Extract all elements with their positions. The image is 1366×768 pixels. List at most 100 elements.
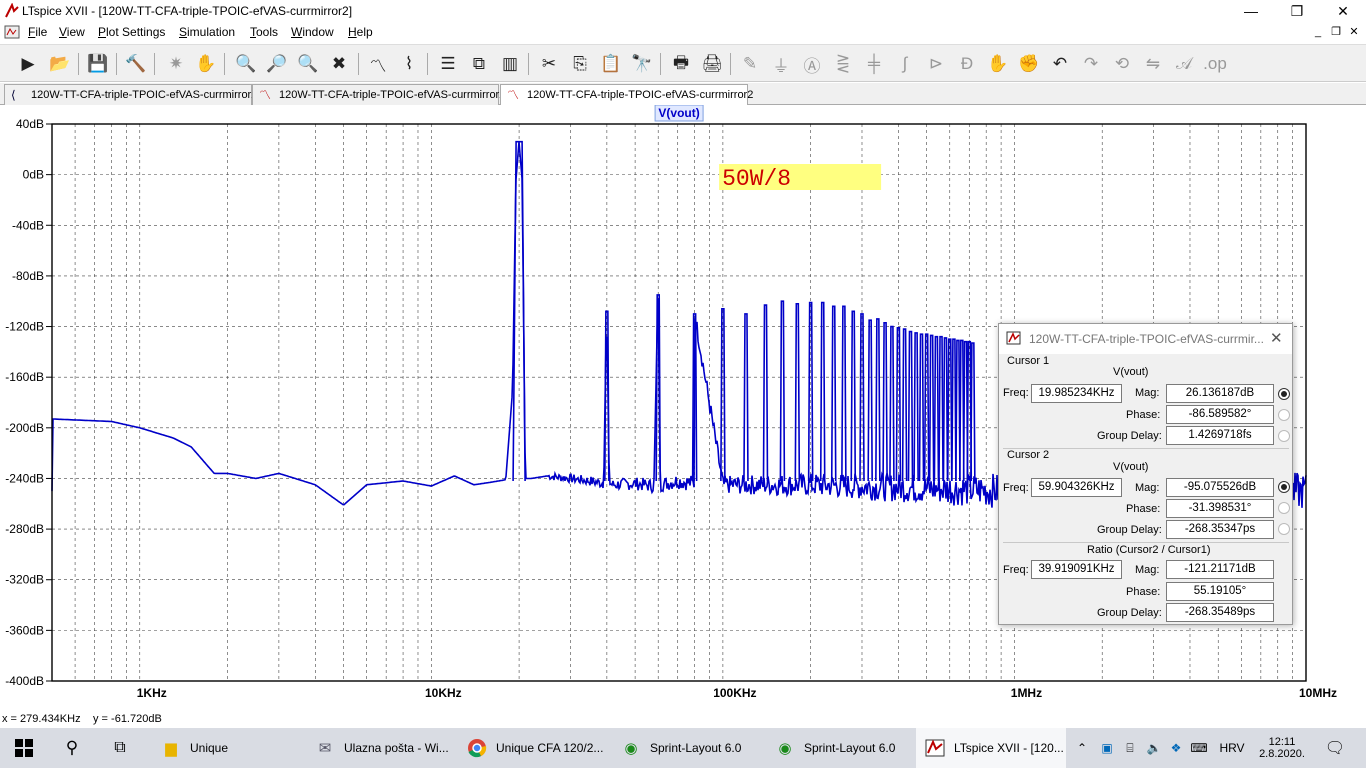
dialog-close-icon[interactable]: ✕ — [1270, 329, 1283, 347]
windows-icon — [15, 739, 33, 757]
menu-window[interactable]: Window — [291, 25, 334, 39]
menu-help[interactable]: Help — [348, 25, 373, 39]
y-tick-label: -400dB — [5, 674, 44, 688]
notification-icon[interactable]: 🗨 — [1320, 728, 1350, 768]
cut-icon[interactable]: ✂ — [535, 51, 563, 77]
mdi-close-button[interactable]: ✕ — [1346, 25, 1362, 39]
spice-directive-icon[interactable]: .op — [1201, 51, 1229, 77]
cursor1-gd-field[interactable]: 1.4269718fs — [1166, 426, 1274, 445]
cursor1-phase-radio[interactable] — [1278, 409, 1290, 421]
zoom-out-icon[interactable]: 🔎 — [263, 51, 291, 77]
capacitor-icon[interactable]: ╪ — [860, 51, 888, 77]
language-indicator[interactable]: HRV — [1214, 728, 1250, 768]
zoom-fit-icon[interactable]: 🔍 — [294, 51, 322, 77]
cursor2-phase-field[interactable]: -31.398531° — [1166, 499, 1274, 518]
menu-tools[interactable]: Tools — [250, 25, 278, 39]
taskbar-item-ltspice[interactable]: LTspice XVII - [120... — [916, 728, 1066, 768]
taskbar-item-chrome[interactable]: Unique CFA 120/2... — [460, 728, 608, 768]
start-button[interactable] — [0, 728, 48, 768]
task-view-icon[interactable]: ⧉ — [96, 728, 144, 768]
ltspice-app-icon[interactable] — [4, 2, 20, 19]
ratio-freq-field[interactable]: 39.919091KHz — [1031, 560, 1122, 579]
pan-icon[interactable]: ✋ — [192, 51, 220, 77]
wire-icon[interactable]: ✎ — [736, 51, 764, 77]
tab-waveform-2[interactable]: 〽 120W-TT-CFA-triple-TPOIC-efVAS-currmir… — [500, 84, 753, 106]
restore-button[interactable]: ❐ — [1274, 0, 1320, 22]
cursor1-freq-field[interactable]: 19.985234KHz — [1031, 384, 1122, 403]
cursor2-gd-field[interactable]: -268.35347ps — [1166, 520, 1274, 539]
separator — [1003, 542, 1289, 543]
cursor2-gd-radio[interactable] — [1278, 523, 1290, 535]
control-panel-icon[interactable]: 🔨 — [122, 51, 150, 77]
halt-icon[interactable]: ✷ — [162, 51, 190, 77]
menu-simulation[interactable]: Simulation — [179, 25, 235, 39]
cursor1-mag-field[interactable]: 26.136187dB — [1166, 384, 1274, 403]
clock[interactable]: 12:11 2.8.2020. — [1252, 728, 1312, 768]
redo-icon[interactable]: ↷ — [1077, 51, 1105, 77]
tab-schematic[interactable]: ⟨ 120W-TT-CFA-triple-TPOIC-efVAS-currmir… — [4, 84, 257, 105]
save-icon[interactable]: 💾 — [84, 51, 112, 77]
paste-icon[interactable]: 📋 — [597, 51, 625, 77]
autorange-icon[interactable]: 〽 — [364, 51, 392, 77]
document-icon[interactable] — [4, 25, 20, 39]
minimize-button[interactable]: — — [1228, 0, 1274, 22]
cursor2-mag-radio[interactable] — [1278, 481, 1290, 493]
taskbar-item-mail[interactable]: ✉ Ulazna pošta - Wi... — [306, 728, 456, 768]
cursor1-phase-field[interactable]: -86.589582° — [1166, 405, 1274, 424]
cursor1-gd-label: Group Delay: — [1097, 430, 1162, 442]
run-icon[interactable]: ▶ — [14, 51, 42, 77]
ratio-phase-field[interactable]: 55.19105° — [1166, 582, 1274, 601]
taskbar-item-unique[interactable]: ▆ Unique — [152, 728, 300, 768]
undo-icon[interactable]: ↶ — [1046, 51, 1074, 77]
cursor2-phase-radio[interactable] — [1278, 502, 1290, 514]
volume-icon[interactable]: 🔈 — [1144, 728, 1164, 768]
dialog-title-bar[interactable]: 120W-TT-CFA-triple-TPOIC-efVAS-currmir..… — [999, 324, 1292, 354]
network-icon[interactable]: ⌸ — [1120, 728, 1140, 768]
tile-horizontal-icon[interactable]: ☰ — [434, 51, 462, 77]
component-icon[interactable]: Ɖ — [953, 51, 981, 77]
y-tick-label: -40dB — [12, 218, 44, 232]
find-icon[interactable]: 🔭 — [628, 51, 656, 77]
print-icon[interactable]: 🖨 — [698, 51, 726, 77]
cascade-icon[interactable]: ⧉ — [465, 51, 493, 77]
ratio-gd-field[interactable]: -268.35489ps — [1166, 603, 1274, 622]
search-icon[interactable]: ⚲ — [48, 728, 96, 768]
zoom-in-icon[interactable]: 🔍 — [232, 51, 260, 77]
inductor-icon[interactable]: ∫ — [891, 51, 919, 77]
label-icon[interactable]: Ⓐ — [798, 51, 826, 77]
text-icon[interactable]: 𝒜 — [1170, 51, 1198, 77]
copy-icon[interactable]: ⎘ — [566, 51, 594, 77]
cursor1-mag-radio[interactable] — [1278, 388, 1290, 400]
dropbox-icon[interactable]: ❖ — [1166, 728, 1186, 768]
ground-icon[interactable]: ⏚ — [767, 51, 795, 77]
cursor-dialog[interactable]: 120W-TT-CFA-triple-TPOIC-efVAS-currmir..… — [998, 323, 1293, 625]
taskbar-item-sprint-layout-1[interactable]: ◉ Sprint-Layout 6.0 — [612, 728, 762, 768]
zoom-cancel-icon[interactable]: ✖ — [325, 51, 353, 77]
drag-icon[interactable]: ✊ — [1015, 51, 1043, 77]
menu-file[interactable]: File — [28, 25, 47, 39]
cursor2-freq-field[interactable]: 59.904326KHz — [1031, 478, 1122, 497]
cursor2-mag-field[interactable]: -95.075526dB — [1166, 478, 1274, 497]
tab-waveform-1[interactable]: 〽 120W-TT-CFA-triple-TPOIC-efVAS-currmir… — [252, 84, 505, 105]
open-icon[interactable]: 📂 — [46, 51, 74, 77]
tray-app-icon[interactable]: ▣ — [1096, 728, 1118, 768]
keyboard-icon[interactable]: ⌨ — [1188, 728, 1210, 768]
tile-vertical-icon[interactable]: ▥ — [496, 51, 524, 77]
mdi-minimize-button[interactable]: _ — [1310, 25, 1326, 39]
tray-chevron-icon[interactable]: ⌃ — [1072, 728, 1092, 768]
folder-icon: ▆ — [165, 740, 177, 757]
mirror-icon[interactable]: ⇋ — [1139, 51, 1167, 77]
menu-view[interactable]: View — [59, 25, 85, 39]
diode-icon[interactable]: ⊳ — [922, 51, 950, 77]
close-button[interactable]: ✕ — [1320, 0, 1366, 22]
print-setup-icon[interactable]: 🖶 — [667, 51, 695, 77]
cursor-measure-icon[interactable]: ⌇ — [395, 51, 423, 77]
rotate-icon[interactable]: ⟲ — [1108, 51, 1136, 77]
menu-plot-settings[interactable]: Plot Settings — [98, 25, 165, 39]
ratio-mag-field[interactable]: -121.21171dB — [1166, 560, 1274, 579]
resistor-icon[interactable]: ⋛ — [829, 51, 857, 77]
cursor1-gd-radio[interactable] — [1278, 430, 1290, 442]
move-icon[interactable]: ✋ — [984, 51, 1012, 77]
taskbar-item-sprint-layout-2[interactable]: ◉ Sprint-Layout 6.0 — [766, 728, 914, 768]
mdi-restore-button[interactable]: ❐ — [1328, 25, 1344, 39]
